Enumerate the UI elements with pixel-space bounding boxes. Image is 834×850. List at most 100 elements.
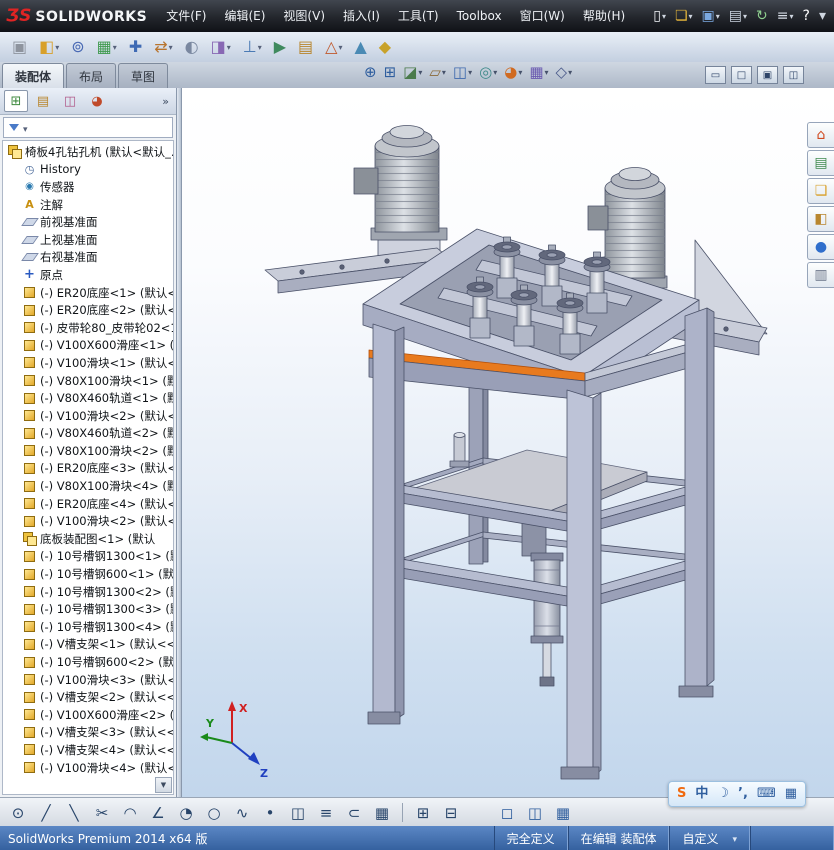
help-button[interactable]: ? — [800, 7, 813, 25]
view-orientation-button[interactable]: ▱▾ — [427, 64, 448, 81]
close-document-button[interactable]: ◫ — [783, 66, 804, 84]
tree-item[interactable]: (-) V80X100滑块<4> (默认 — [3, 477, 173, 495]
tree-item[interactable]: (-) V槽支架<1> (默认<< — [3, 636, 173, 654]
custom-properties-tab[interactable]: ▥ — [807, 262, 834, 288]
section-view-button[interactable]: ◪▾ — [401, 64, 424, 81]
tree-item[interactable]: 传感器 — [3, 178, 173, 196]
interference-detection-button[interactable]: ▲ — [350, 36, 370, 58]
tree-item[interactable]: 底板装配图<1> (默认 — [3, 530, 173, 548]
split-view-button[interactable]: ◫ — [522, 800, 548, 825]
sogou-logo-icon[interactable]: S — [677, 783, 686, 805]
table-view-button[interactable]: ▦ — [550, 800, 576, 825]
rebuild-button[interactable]: ↻ — [753, 7, 771, 25]
save-button[interactable]: ▣▾ — [699, 7, 723, 25]
tab-layout[interactable]: 布局 — [66, 63, 116, 88]
featuremanager-tab[interactable]: ⊞ — [4, 90, 28, 112]
tree-item[interactable]: (-) ER20底座<3> (默认<< — [3, 460, 173, 478]
tree-item[interactable]: (-) V100滑块<4> (默认<< — [3, 759, 173, 777]
snap-options-button[interactable]: ⊟ — [438, 800, 464, 825]
instant3d-button[interactable]: ◆ — [375, 36, 395, 58]
configurationmanager-tab[interactable]: ◫ — [58, 90, 82, 112]
sketch-fillet-button[interactable]: ∠ — [145, 800, 171, 825]
tab-assembly[interactable]: 装配体 — [2, 63, 64, 88]
linear-sketch-pattern-button[interactable]: ▦ — [369, 800, 395, 825]
propertymanager-tab[interactable]: ▤ — [31, 90, 55, 112]
panel-expand-button[interactable]: » — [159, 95, 172, 108]
tree-item[interactable]: (-) 10号槽钢1300<1> (默 — [3, 548, 173, 566]
menu-window[interactable]: 窗口(W) — [511, 0, 574, 32]
menu-toolbox[interactable]: Toolbox — [448, 0, 511, 32]
graphics-area[interactable]: X Y Z ⌂▤❏◧●▥ — [182, 88, 834, 797]
view-settings-button[interactable]: ◇▾ — [554, 64, 575, 81]
new-motion-study-button[interactable]: ▶ — [270, 36, 290, 58]
centerline-tool-button[interactable]: ╲ — [61, 800, 87, 825]
assembly-features-button[interactable]: ◨▾ — [207, 36, 235, 58]
tree-filter[interactable] — [3, 117, 173, 138]
zoom-area-button[interactable]: ⊞ — [382, 64, 399, 81]
circle-tool-button[interactable]: ⊙ — [5, 800, 31, 825]
tree-item[interactable]: (-) 10号槽钢600<1> (默认 — [3, 565, 173, 583]
tree-item[interactable]: (-) V80X100滑块<1> (默认 — [3, 372, 173, 390]
tree-item[interactable]: (-) ER20底座<1> (默认<< — [3, 284, 173, 302]
tree-item[interactable]: (-) V槽支架<2> (默认<< — [3, 688, 173, 706]
menu-edit[interactable]: 编辑(E) — [215, 0, 274, 32]
tree-item[interactable]: (-) 皮带轮80_皮带轮02<1 — [3, 319, 173, 337]
tree-item[interactable]: (-) ER20底座<4> (默认<< — [3, 495, 173, 513]
options-button[interactable]: ≡▾ — [774, 7, 797, 25]
displaymanager-tab[interactable]: ◕ — [85, 90, 109, 112]
menu-help[interactable]: 帮助(H) — [574, 0, 634, 32]
show-hidden-components-button[interactable]: ◐ — [181, 36, 203, 58]
tree-item[interactable]: (-) 10号槽钢1300<3> (默 — [3, 600, 173, 618]
open-button[interactable]: ❏▾ — [672, 7, 696, 25]
display-style-button[interactable]: ◫▾ — [451, 64, 474, 81]
tree-item[interactable]: (-) V100X600滑座<1> (默 — [3, 337, 173, 355]
tree-item[interactable]: (-) V100滑块<1> (默认<< — [3, 354, 173, 372]
mate-button[interactable]: ⊚ — [67, 36, 88, 58]
assembly-model[interactable] — [182, 88, 834, 797]
tree-item[interactable]: 原点 — [3, 266, 173, 284]
arc-tool-button[interactable]: ◠ — [117, 800, 143, 825]
single-view-button[interactable]: ◻ — [494, 800, 520, 825]
menu-view[interactable]: 视图(V) — [274, 0, 334, 32]
new-window-button[interactable]: ▣ — [757, 66, 778, 84]
linear-component-pattern-button[interactable]: ▦▾ — [93, 36, 121, 58]
tree-item[interactable]: History — [3, 161, 173, 179]
bill-of-materials-button[interactable]: ▤ — [294, 36, 317, 58]
edit-component-button[interactable]: ▣ — [8, 36, 31, 58]
menu-insert[interactable]: 插入(I) — [334, 0, 389, 32]
smart-fasteners-button[interactable]: ✚ — [125, 36, 146, 58]
tree-item[interactable]: (-) ER20底座<2> (默认<< — [3, 301, 173, 319]
tree-item[interactable]: (-) V100滑块<2> (默认<< — [3, 512, 173, 530]
tree-item[interactable]: 前视基准面 — [3, 213, 173, 231]
tree-item[interactable]: (-) V80X460轨道<2> (默认 — [3, 425, 173, 443]
insert-components-button[interactable]: ◧▾ — [35, 36, 63, 58]
design-library-tab[interactable]: ❏ — [807, 178, 834, 204]
ellipse-tool-button[interactable]: ○ — [201, 800, 227, 825]
titlebar-expand-button[interactable]: ▾ — [816, 7, 829, 25]
hide-show-items-button[interactable]: ◎▾ — [477, 64, 499, 81]
ime-soft-keyboard[interactable]: ⌨ — [757, 783, 776, 805]
appearances-tab[interactable]: ● — [807, 234, 834, 260]
tree-item[interactable]: (-) V槽支架<4> (默认<< — [3, 741, 173, 759]
point-tool-button[interactable]: • — [257, 800, 283, 825]
left-motor[interactable] — [354, 126, 447, 241]
tree-item[interactable]: 右视基准面 — [3, 249, 173, 267]
home-tab[interactable]: ⌂ — [807, 122, 834, 148]
tree-item[interactable]: (-) 10号槽钢1300<4> (默 — [3, 618, 173, 636]
ime-language-mode[interactable]: 中 — [695, 783, 708, 805]
reference-geometry-button[interactable]: ⊥▾ — [239, 36, 266, 58]
convert-entities-button[interactable]: ⊂ — [341, 800, 367, 825]
grid-settings-button[interactable]: ⊞ — [410, 800, 436, 825]
three-point-arc-button[interactable]: ◔ — [173, 800, 199, 825]
tree-item[interactable]: (-) V100滑块<3> (默认<< — [3, 671, 173, 689]
tab-sketch[interactable]: 草图 — [118, 63, 168, 88]
trim-entities-button[interactable]: ✂ — [89, 800, 115, 825]
tree-item[interactable]: (-) 10号槽钢1300<2> (默 — [3, 583, 173, 601]
menu-file[interactable]: 文件(F) — [157, 0, 215, 32]
tree-item[interactable]: (-) V100X600滑座<2> (默 — [3, 706, 173, 724]
line-tool-button[interactable]: ╱ — [33, 800, 59, 825]
ime-punctuation-toggle[interactable]: ’, — [738, 783, 748, 805]
spline-tool-button[interactable]: ∿ — [229, 800, 255, 825]
status-custom-dropdown[interactable]: 自定义 — [669, 826, 750, 850]
minimize-document-button[interactable]: ▭ — [705, 66, 726, 84]
